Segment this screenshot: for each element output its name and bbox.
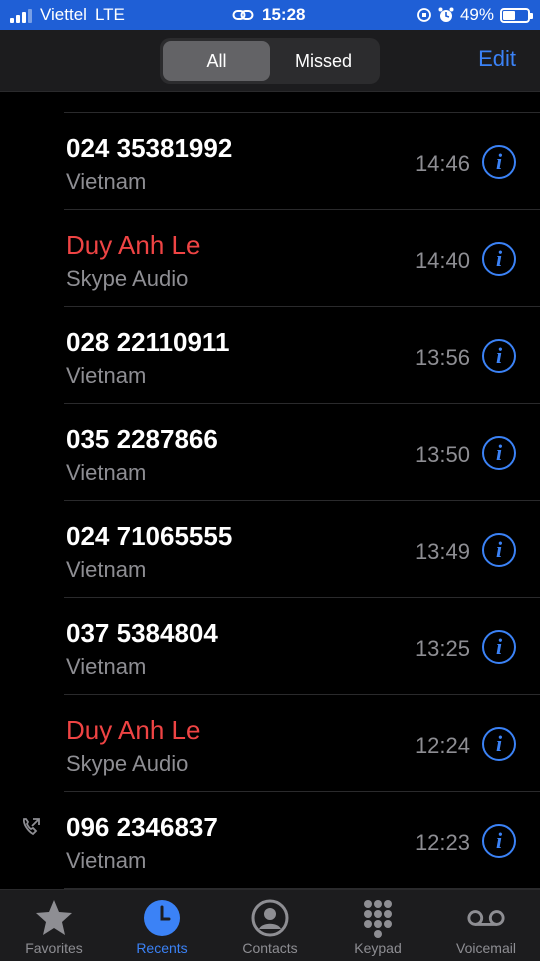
keypad-icon: [364, 900, 392, 938]
call-subtitle: Vietnam: [66, 363, 147, 388]
status-left: Viettel LTE: [10, 0, 125, 30]
caller-name: 024 71065555: [66, 521, 233, 551]
tab-label: Keypad: [354, 940, 402, 956]
info-icon[interactable]: i: [482, 533, 516, 567]
link-icon: [232, 10, 254, 20]
call-row[interactable]: Duy Anh Le Skype Audio 14:40 i: [0, 210, 540, 307]
caller-name: 028 22110911: [66, 327, 230, 357]
call-time: 12:23: [414, 830, 470, 855]
call-row[interactable]: 035 2287866 Vietnam 13:50 i: [0, 404, 540, 501]
info-icon[interactable]: i: [482, 339, 516, 373]
call-subtitle: Skype Audio: [66, 751, 189, 776]
call-time: 13:49: [414, 539, 470, 564]
info-icon[interactable]: i: [482, 824, 516, 858]
call-time: 14:40: [414, 248, 470, 273]
info-icon[interactable]: i: [482, 145, 516, 179]
info-icon[interactable]: i: [482, 727, 516, 761]
info-icon[interactable]: i: [482, 436, 516, 470]
segment-all[interactable]: All: [163, 41, 270, 81]
signal-icon: [10, 7, 32, 23]
tab-label: Recents: [136, 940, 188, 956]
outgoing-call-icon: [22, 818, 40, 836]
network-type: LTE: [94, 5, 125, 24]
star-icon: [36, 900, 72, 935]
person-icon: [251, 899, 289, 937]
call-time: 13:25: [414, 636, 470, 661]
call-subtitle: Vietnam: [66, 460, 147, 485]
call-row[interactable]: 096 2346837 Vietnam 12:23 i: [0, 792, 540, 889]
battery-fill: [503, 10, 515, 20]
status-time: 15:28: [262, 5, 306, 24]
call-subtitle: Vietnam: [66, 169, 147, 194]
info-icon[interactable]: i: [482, 630, 516, 664]
call-row[interactable]: 028 22110911 Vietnam 13:56 i: [0, 307, 540, 404]
caller-name: 096 2346837: [66, 812, 218, 842]
status-right: 49%: [416, 0, 533, 30]
call-subtitle: Vietnam: [66, 848, 147, 873]
caller-name: 024 35381992: [66, 133, 233, 163]
call-subtitle: Vietnam: [66, 654, 147, 679]
call-time: 14:46: [414, 151, 470, 176]
orientation-lock-icon: [417, 8, 431, 22]
call-row[interactable]: Duy Anh Le Skype Audio 12:24 i: [0, 695, 540, 792]
caller-name: Duy Anh Le: [66, 715, 201, 745]
call-time: 12:24: [414, 733, 470, 758]
recents-list[interactable]: 024 35381992 Vietnam 14:46 i Duy Anh Le Skype…: [0, 92, 540, 889]
call-time: 13:50: [414, 442, 470, 467]
tab-label: Voicemail: [456, 940, 516, 956]
tab-voicemail[interactable]: Voicemail: [432, 890, 540, 961]
edit-button[interactable]: Edit: [478, 46, 516, 72]
status-bar: Viettel LTE 15:28 49%: [0, 0, 540, 30]
tab-bar: Favorites Recents Contacts Keypad Voicem…: [0, 889, 540, 961]
tab-label: Favorites: [25, 940, 83, 956]
info-icon[interactable]: i: [482, 242, 516, 276]
tab-favorites[interactable]: Favorites: [0, 890, 108, 961]
call-subtitle: Skype Audio: [66, 266, 189, 291]
call-row[interactable]: 037 5384804 Vietnam 13:25 i: [0, 598, 540, 695]
filter-segmented-control: All Missed: [160, 38, 380, 84]
call-row[interactable]: 024 35381992 Vietnam 14:46 i: [0, 113, 540, 210]
call-row[interactable]: 024 71065555 Vietnam 13:49 i: [0, 501, 540, 598]
segment-missed[interactable]: Missed: [270, 41, 377, 81]
call-time: 13:56: [414, 345, 470, 370]
carrier-name: Viettel: [40, 5, 87, 24]
alarm-icon: [438, 7, 454, 22]
tab-label: Contacts: [242, 940, 298, 956]
battery-icon: [500, 7, 533, 23]
nav-header: All Missed Edit: [0, 30, 540, 92]
battery-percent: 49%: [459, 5, 494, 24]
clock-icon: [144, 900, 180, 936]
call-subtitle: Vietnam: [66, 557, 147, 582]
status-center: 15:28: [232, 0, 305, 30]
voicemail-icon: [467, 910, 505, 926]
tab-keypad[interactable]: Keypad: [324, 890, 432, 961]
caller-name: 035 2287866: [66, 424, 218, 454]
caller-name: Duy Anh Le: [66, 230, 201, 260]
caller-name: 037 5384804: [66, 618, 218, 648]
tab-recents[interactable]: Recents: [108, 890, 216, 961]
tab-contacts[interactable]: Contacts: [216, 890, 324, 961]
